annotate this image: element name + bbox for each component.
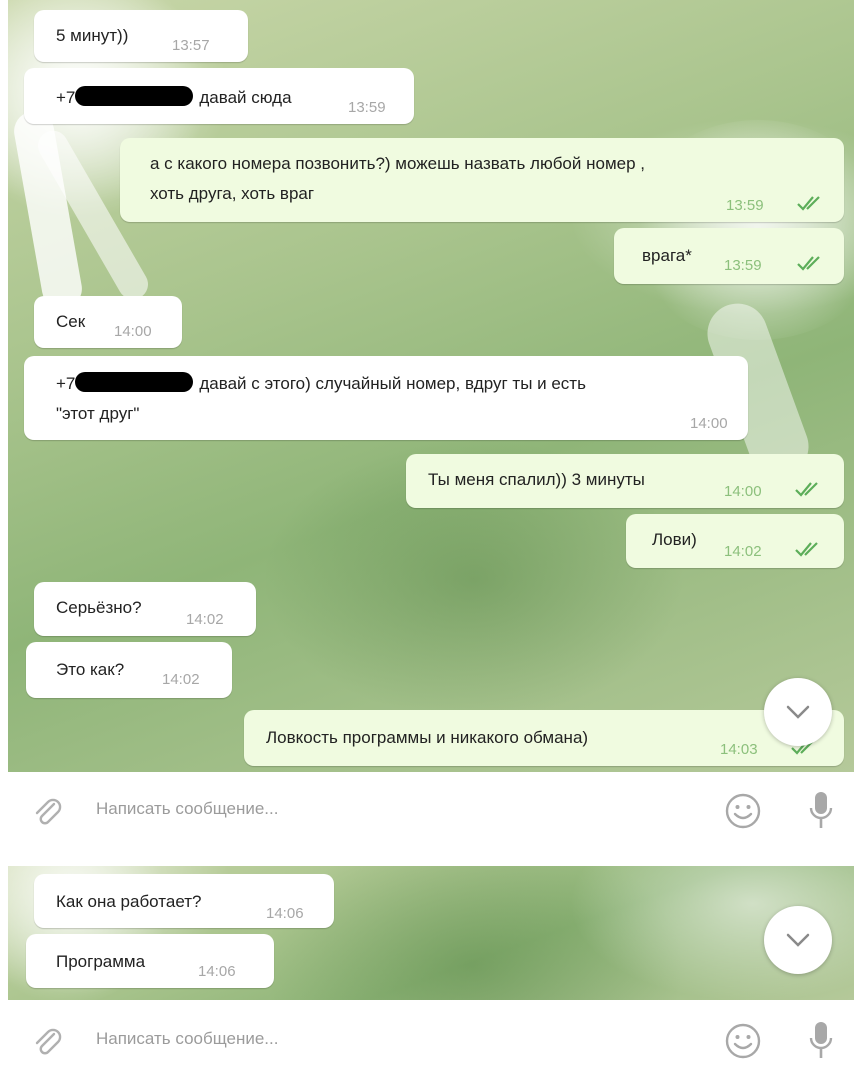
message-text-suffix: давай с этого) случайный номер, вдруг ты… [199,374,586,393]
double-check-icon [795,482,818,497]
message-text: Серьёзно? [56,598,142,617]
message-time: 13:59 [724,257,762,274]
message-time: 14:03 [720,741,758,758]
message-input[interactable]: Написать сообщение... [96,1029,278,1049]
message-bubble-incoming[interactable]: 5 минут)) 13:57 [34,10,248,62]
message-input[interactable]: Написать сообщение... [96,799,278,819]
phone-prefix: +7 [56,374,76,393]
double-check-icon [797,256,820,271]
message-time: 13:59 [348,99,386,116]
message-time: 14:00 [724,483,762,500]
message-text: Как она работает? [56,892,202,911]
message-bubble-incoming[interactable]: Программа 14:06 [26,934,274,988]
message-text: Ты меня спалил)) 3 минуты [428,470,645,489]
message-bubble-outgoing[interactable]: Ловкость программы и никакого обмана) 14… [244,710,844,766]
message-bubble-incoming[interactable]: Сек 14:00 [34,296,182,348]
message-time: 14:02 [724,543,762,560]
message-text: 5 минут)) [56,26,129,45]
scroll-to-bottom-button[interactable] [764,906,832,974]
smiley-icon[interactable] [724,792,762,830]
message-bubble-incoming[interactable]: Серьёзно? 14:02 [34,582,256,636]
double-check-icon [795,542,818,557]
message-time: 14:00 [114,323,152,340]
message-text: Сек [56,312,86,331]
chevron-down-icon [786,705,810,719]
message-time: 13:59 [726,197,764,214]
chevron-down-icon [786,933,810,947]
paperclip-icon[interactable] [30,1024,64,1058]
chat-background: 5 минут)) 13:57 +7 давай сюда 13:59 а с к… [8,0,854,772]
paperclip-icon[interactable] [30,794,64,828]
message-text-line1: +7 давай с этого) случайный номер, вдруг … [56,372,586,396]
message-text-line1: а с какого номера позвонить?) можешь наз… [150,154,645,173]
message-bubble-outgoing[interactable]: а с какого номера позвонить?) можешь наз… [120,138,844,222]
redacted-phone-number [75,372,194,392]
message-input-bar: Написать сообщение... [8,1004,854,1076]
message-time: 14:06 [198,963,236,980]
smiley-icon[interactable] [724,1022,762,1060]
message-text: врага* [642,246,692,265]
message-time: 13:57 [172,37,210,54]
message-text: Это как? [56,660,125,679]
microphone-icon[interactable] [808,1020,834,1062]
message-time: 14:00 [690,415,728,432]
double-check-icon [797,196,820,211]
message-bubble-incoming[interactable]: +7 давай с этого) случайный номер, вдруг … [24,356,748,440]
message-time: 14:06 [266,905,304,922]
message-text-suffix: давай сюда [199,88,292,107]
message-text: Ловкость программы и никакого обмана) [266,728,589,747]
message-time: 14:02 [186,611,224,628]
message-bubble-outgoing[interactable]: врага* 13:59 [614,228,844,284]
message-text: Программа [56,952,146,971]
message-bubble-outgoing[interactable]: Лови) 14:02 [626,514,844,568]
message-bubble-incoming[interactable]: Как она работает? 14:06 [34,874,334,928]
message-input-bar: Написать сообщение... [8,774,854,846]
message-bubble-outgoing[interactable]: Ты меня спалил)) 3 минуты 14:00 [406,454,844,508]
message-bubble-incoming[interactable]: +7 давай сюда 13:59 [24,68,414,124]
scroll-to-bottom-button[interactable] [764,678,832,746]
redacted-phone-number [75,86,194,106]
message-bubble-incoming[interactable]: Это как? 14:02 [26,642,232,698]
phone-prefix: +7 [56,88,76,107]
microphone-icon[interactable] [808,790,834,832]
message-text: Лови) [652,530,697,549]
message-time: 14:02 [162,671,200,688]
message-text-line2: "этот друг" [56,404,140,423]
message-text: +7 давай сюда [56,86,292,110]
chat-background: Как она работает? 14:06 Программа 14:06 [8,866,854,1000]
message-text-line2: хоть друга, хоть враг [150,184,315,203]
